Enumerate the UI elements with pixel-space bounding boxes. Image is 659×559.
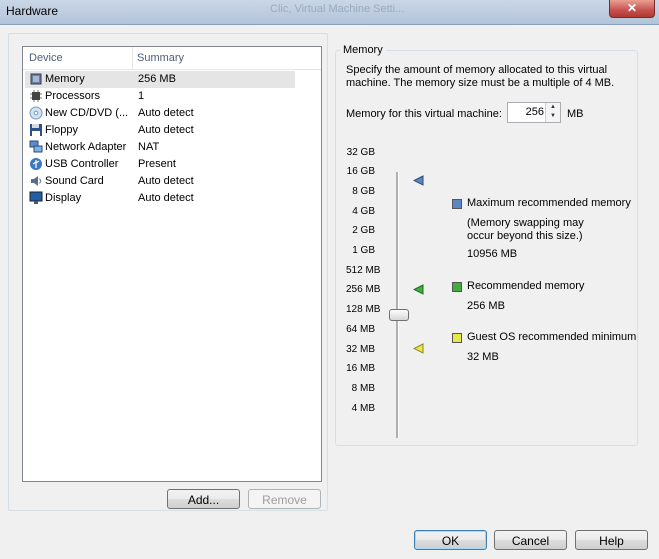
add-device-button[interactable]: Add... bbox=[167, 489, 240, 509]
device-name: Processors bbox=[45, 90, 101, 102]
device-name: Sound Card bbox=[45, 175, 104, 187]
scale-label: 512 MB bbox=[346, 265, 381, 276]
max-recommended-title: Maximum recommended memory bbox=[467, 197, 631, 209]
processor-icon bbox=[30, 90, 42, 102]
memory-slider-track[interactable] bbox=[396, 172, 399, 438]
minimum-swatch bbox=[452, 333, 462, 343]
stepper-down-icon[interactable]: ▼ bbox=[546, 112, 560, 121]
device-row-display[interactable]: Display Auto detect bbox=[25, 190, 295, 207]
device-summary: Auto detect bbox=[138, 124, 194, 136]
device-row-processors[interactable]: Processors 1 bbox=[25, 88, 295, 105]
cancel-button[interactable]: Cancel bbox=[494, 530, 567, 550]
device-summary: Auto detect bbox=[138, 192, 194, 204]
sound-card-icon bbox=[31, 176, 41, 186]
scale-label: 16 MB bbox=[346, 363, 375, 374]
device-name: Memory bbox=[45, 73, 85, 85]
scale-label: 1 GB bbox=[352, 245, 375, 256]
device-summary: 256 MB bbox=[138, 73, 176, 85]
device-name: USB Controller bbox=[45, 158, 119, 170]
usb-icon bbox=[30, 158, 42, 170]
device-name: Network Adapter bbox=[45, 141, 127, 153]
close-icon: ✕ bbox=[626, 1, 638, 15]
cd-dvd-icon bbox=[29, 106, 43, 120]
max-recommended-note: (Memory swapping may occur beyond this s… bbox=[467, 217, 584, 242]
memory-slider-thumb[interactable] bbox=[389, 309, 409, 321]
scale-label: 128 MB bbox=[346, 304, 381, 315]
scale-label: 2 GB bbox=[352, 225, 375, 236]
title-bar: Hardware Clic, Virtual Machine Setti... … bbox=[0, 0, 659, 25]
stepper-arrows: ▲ ▼ bbox=[545, 103, 560, 122]
device-summary: 1 bbox=[138, 90, 145, 102]
recommended-marker-icon bbox=[413, 284, 424, 295]
scale-label: 256 MB bbox=[346, 284, 381, 295]
device-summary: Present bbox=[138, 158, 176, 170]
ok-button[interactable]: OK bbox=[414, 530, 487, 550]
device-row-memory[interactable]: Memory 256 MB bbox=[25, 71, 295, 88]
scale-label: 4 MB bbox=[351, 403, 375, 414]
device-row-cd-dvd[interactable]: New CD/DVD (... Auto detect bbox=[25, 105, 295, 122]
device-name: New CD/DVD (... bbox=[45, 107, 129, 119]
dialog-client: Device Summary Memory 256 MB Processors … bbox=[0, 25, 659, 559]
minimum-value: 32 MB bbox=[467, 351, 499, 363]
scale-label: 64 MB bbox=[346, 324, 375, 335]
device-name: Floppy bbox=[45, 124, 79, 136]
floppy-icon bbox=[30, 124, 42, 136]
recommended-swatch bbox=[452, 282, 462, 292]
device-name: Display bbox=[45, 192, 82, 204]
scale-label: 32 MB bbox=[346, 344, 375, 355]
device-summary: NAT bbox=[138, 141, 160, 153]
stepper-up-icon[interactable]: ▲ bbox=[546, 103, 560, 112]
column-divider[interactable] bbox=[132, 47, 133, 69]
scale-label: 32 GB bbox=[346, 147, 375, 158]
device-list[interactable]: Device Summary Memory 256 MB Processors … bbox=[22, 46, 322, 482]
device-row-usb-controller[interactable]: USB Controller Present bbox=[25, 156, 295, 173]
max-recommended-marker-icon bbox=[413, 175, 424, 186]
scale-label: 4 GB bbox=[352, 206, 375, 217]
network-adapter-icon bbox=[29, 140, 43, 153]
window-title: Hardware bbox=[6, 4, 59, 18]
memory-field-label: Memory for this virtual machine: bbox=[346, 108, 502, 120]
max-recommended-swatch bbox=[452, 199, 462, 209]
memory-stepper[interactable]: 256 ▲ ▼ bbox=[507, 102, 561, 123]
display-icon bbox=[29, 191, 43, 204]
device-summary: Auto detect bbox=[138, 175, 194, 187]
scale-label: 16 GB bbox=[346, 166, 375, 177]
device-column-header[interactable]: Device bbox=[29, 52, 63, 64]
list-header: Device Summary bbox=[23, 47, 321, 70]
memory-description: Specify the amount of memory allocated t… bbox=[346, 64, 615, 89]
scale-label: 8 MB bbox=[351, 383, 375, 394]
device-row-sound-card[interactable]: Sound Card Auto detect bbox=[25, 173, 295, 190]
help-button[interactable]: Help bbox=[575, 530, 648, 550]
memory-icon bbox=[30, 73, 42, 85]
remove-device-button[interactable]: Remove bbox=[248, 489, 321, 509]
scale-label: 8 GB bbox=[352, 186, 375, 197]
device-summary: Auto detect bbox=[138, 107, 194, 119]
memory-group-label: Memory bbox=[340, 44, 386, 56]
recommended-value: 256 MB bbox=[467, 300, 505, 312]
max-recommended-value: 10956 MB bbox=[467, 248, 518, 260]
memory-unit: MB bbox=[567, 108, 584, 120]
device-row-floppy[interactable]: Floppy Auto detect bbox=[25, 122, 295, 139]
recommended-title: Recommended memory bbox=[467, 280, 585, 292]
background-window-title: Clic, Virtual Machine Setti... bbox=[270, 3, 405, 15]
memory-value[interactable]: 256 bbox=[526, 106, 544, 118]
device-row-network-adapter[interactable]: Network Adapter NAT bbox=[25, 139, 295, 156]
close-button[interactable]: ✕ bbox=[609, 0, 655, 18]
minimum-marker-icon bbox=[413, 343, 424, 354]
summary-column-header[interactable]: Summary bbox=[137, 52, 184, 64]
minimum-title: Guest OS recommended minimum bbox=[467, 331, 637, 343]
